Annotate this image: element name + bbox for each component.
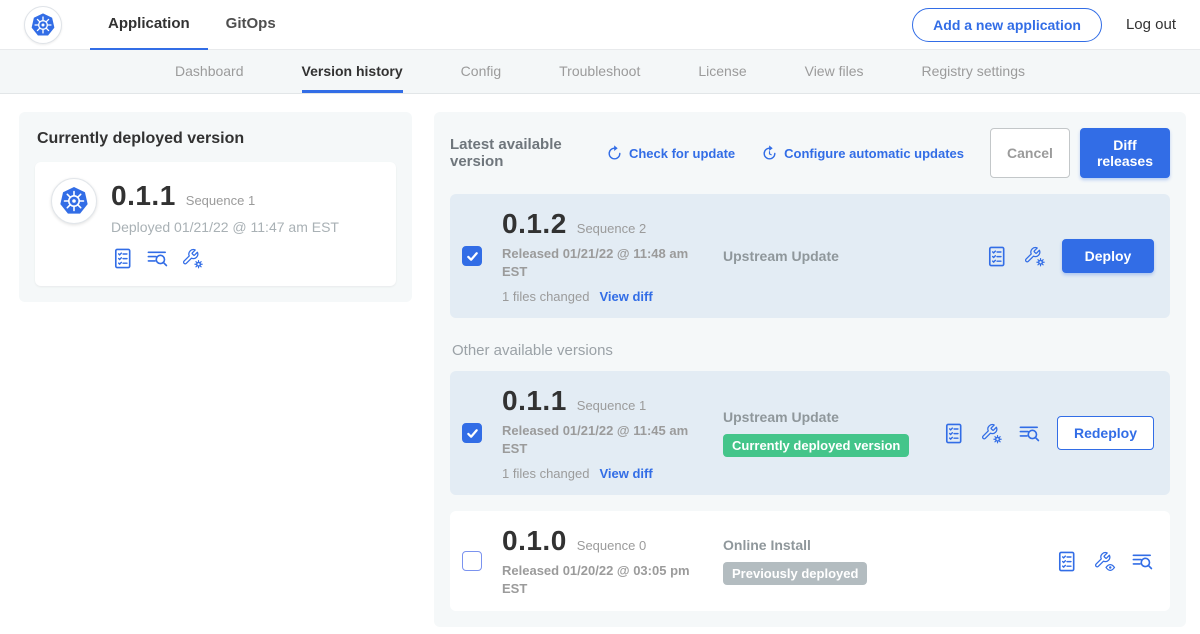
version-source-label: Upstream Update <box>723 248 913 264</box>
refresh-icon <box>606 145 623 162</box>
sequence-label: Sequence 2 <box>577 221 646 236</box>
currently-deployed-badge: Currently deployed version <box>723 434 909 457</box>
version-source-label: Online Install <box>723 537 913 553</box>
currently-deployed-card: Currently deployed version 0.1.1 Sequenc… <box>19 112 412 302</box>
other-versions-title: Other available versions <box>452 342 1168 359</box>
version-action-icons <box>985 245 1046 268</box>
auto-update-icon <box>761 145 778 162</box>
previously-deployed-badge: Previously deployed <box>723 562 867 585</box>
version-row-0-1-1: 0.1.1 Sequence 1 Released 01/21/22 @ 11:… <box>450 371 1170 495</box>
version-row-0-1-2: 0.1.2 Sequence 2 Released 01/21/22 @ 11:… <box>450 194 1170 318</box>
nav-item-view-files[interactable]: View files <box>805 50 864 93</box>
deployed-version-number: 0.1.1 <box>111 180 176 212</box>
check-for-update-link[interactable]: Check for update <box>606 145 735 162</box>
edit-config-icon[interactable] <box>980 422 1003 445</box>
deploy-logs-icon[interactable] <box>146 247 169 270</box>
nav-item-config[interactable]: Config <box>461 50 501 93</box>
nav-item-version-history[interactable]: Version history <box>302 50 403 93</box>
cancel-button[interactable]: Cancel <box>990 128 1070 178</box>
deploy-logs-icon[interactable] <box>1131 550 1154 573</box>
released-timestamp: Released 01/20/22 @ 03:05 pm EST <box>502 562 702 597</box>
released-timestamp: Released 01/21/22 @ 11:45 am EST <box>502 422 702 457</box>
configure-updates-label: Configure automatic updates <box>784 146 964 161</box>
check-for-update-label: Check for update <box>629 146 735 161</box>
top-header: ApplicationGitOps Add a new application … <box>0 0 1200 50</box>
preflight-checklist-icon[interactable] <box>1055 550 1078 573</box>
version-action-icons <box>1055 550 1154 573</box>
preflight-checklist-icon[interactable] <box>942 422 965 445</box>
version-row-0-1-0: 0.1.0 Sequence 0 Released 01/20/22 @ 03:… <box>450 511 1170 611</box>
app-sub-nav: Dashboard Version history Config Troublesho… <box>0 50 1200 94</box>
version-checkbox[interactable] <box>462 246 482 266</box>
app-icon <box>51 178 97 224</box>
add-new-application-button[interactable]: Add a new application <box>912 8 1102 42</box>
version-checkbox[interactable] <box>462 423 482 443</box>
version-history-panel: Latest available version Check for updat… <box>434 112 1186 627</box>
nav-item-application[interactable]: Application <box>90 0 208 50</box>
deployed-card-title: Currently deployed version <box>37 130 396 148</box>
deployed-timestamp: Deployed 01/21/22 @ 11:47 am EST <box>111 219 339 235</box>
header-right: Add a new application Log out <box>912 8 1176 42</box>
version-checkbox[interactable] <box>462 551 482 571</box>
files-changed-label: 1 files changed <box>502 289 589 304</box>
view-config-icon[interactable] <box>1093 550 1116 573</box>
deployed-action-icons <box>111 247 339 270</box>
nav-item-troubleshoot[interactable]: Troubleshoot <box>559 50 640 93</box>
deployed-version-box: 0.1.1 Sequence 1 Deployed 01/21/22 @ 11:… <box>35 162 396 286</box>
top-nav-tabs: ApplicationGitOps <box>90 0 294 50</box>
nav-item-license[interactable]: License <box>698 50 746 93</box>
sequence-label: Sequence 1 <box>577 398 646 413</box>
nav-item-dashboard[interactable]: Dashboard <box>175 50 244 93</box>
deploy-button[interactable]: Deploy <box>1062 239 1154 273</box>
latest-version-header: Latest available version Check for updat… <box>450 128 1170 178</box>
deploy-logs-icon[interactable] <box>1018 422 1041 445</box>
sequence-label: Sequence 0 <box>577 538 646 553</box>
nav-item-gitops[interactable]: GitOps <box>208 0 294 50</box>
latest-version-title: Latest available version <box>450 136 590 170</box>
version-source-label: Upstream Update <box>723 409 913 425</box>
version-number: 0.1.0 <box>502 525 567 557</box>
diff-releases-button[interactable]: Diff releases <box>1080 128 1170 178</box>
preflight-checklist-icon[interactable] <box>985 245 1008 268</box>
kubernetes-logo <box>24 6 62 44</box>
preflight-checklist-icon[interactable] <box>111 247 134 270</box>
deployed-sequence-label: Sequence 1 <box>186 193 255 208</box>
released-timestamp: Released 01/21/22 @ 11:48 am EST <box>502 245 702 280</box>
configure-automatic-updates-link[interactable]: Configure automatic updates <box>761 145 964 162</box>
edit-config-icon[interactable] <box>181 247 204 270</box>
redeploy-button[interactable]: Redeploy <box>1057 416 1154 450</box>
version-action-icons <box>942 422 1041 445</box>
files-changed-label: 1 files changed <box>502 466 589 481</box>
logout-button[interactable]: Log out <box>1126 16 1176 33</box>
version-number: 0.1.1 <box>502 385 567 417</box>
view-diff-link[interactable]: View diff <box>599 466 652 481</box>
edit-config-icon[interactable] <box>1023 245 1046 268</box>
version-number: 0.1.2 <box>502 208 567 240</box>
nav-item-registry-settings[interactable]: Registry settings <box>922 50 1025 93</box>
main-content: Currently deployed version 0.1.1 Sequenc… <box>0 94 1200 627</box>
view-diff-link[interactable]: View diff <box>599 289 652 304</box>
